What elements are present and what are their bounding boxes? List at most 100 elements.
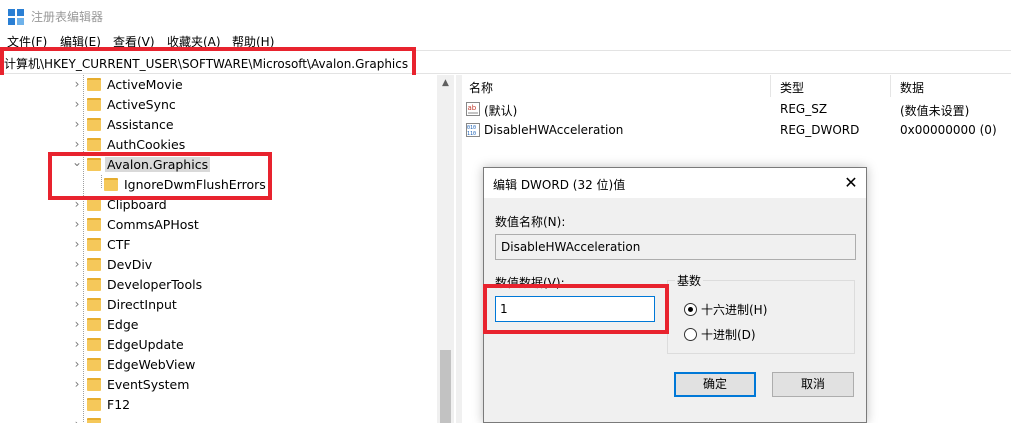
chevron-right-icon[interactable]: › <box>72 298 82 310</box>
tree-guide-line <box>83 75 84 423</box>
folder-icon <box>87 238 101 251</box>
chevron-right-icon[interactable]: › <box>72 78 82 90</box>
registry-tree[interactable]: › ActiveMovie › ActiveSync › Assistance … <box>0 75 455 423</box>
chevron-right-icon[interactable]: › <box>72 378 82 390</box>
folder-icon <box>87 338 101 351</box>
radio-hex[interactable] <box>684 303 697 316</box>
folder-icon <box>87 278 101 291</box>
folder-icon <box>87 378 101 391</box>
close-icon[interactable]: ✕ <box>839 171 863 195</box>
chevron-right-icon[interactable]: › <box>72 418 82 423</box>
radio-decimal[interactable] <box>684 328 697 341</box>
menu-view[interactable]: 查看(V) <box>113 33 155 50</box>
folder-icon <box>87 98 101 111</box>
tree-item-label: Clipboard <box>107 197 167 212</box>
tree-guide-line-child <box>101 175 102 189</box>
value-name: (默认) <box>484 104 518 118</box>
folder-icon <box>87 358 101 371</box>
value-row[interactable]: ab (默认) REG_SZ (数值未设置) <box>462 99 1011 119</box>
chevron-right-icon[interactable]: › <box>72 138 82 150</box>
value-data: 0x00000000 (0) <box>900 123 997 137</box>
window-title: 注册表编辑器 <box>31 10 104 24</box>
tree-item-label: CommsAPHost <box>107 217 199 232</box>
value-name: DisableHWAcceleration <box>484 123 624 137</box>
chevron-right-icon[interactable]: › <box>72 318 82 330</box>
radio-hex-label[interactable]: 十六进制(H) <box>701 301 767 318</box>
chevron-down-icon[interactable]: ⌄ <box>72 156 82 168</box>
base-groupbox: 基数 十六进制(H) 十进制(D) <box>667 272 855 354</box>
value-data-label: 数值数据(V): <box>495 276 565 290</box>
value-name-label: 数值名称(N): <box>495 215 566 229</box>
scroll-up-icon[interactable]: ▲ <box>437 75 454 92</box>
chevron-right-icon[interactable]: › <box>72 98 82 110</box>
dialog-title: 编辑 DWORD (32 位)值 <box>493 178 626 192</box>
tree-item-label: EdgeUpdate <box>107 337 184 352</box>
scrollbar-thumb[interactable] <box>440 350 451 423</box>
folder-icon <box>87 318 101 331</box>
menu-help[interactable]: 帮助(H) <box>232 33 274 50</box>
tree-item-label: F12 <box>107 397 131 412</box>
tree-item-label: EdgeWebView <box>107 357 196 372</box>
radio-decimal-label[interactable]: 十进制(D) <box>701 326 756 343</box>
chevron-right-icon[interactable]: › <box>72 198 82 210</box>
ok-button[interactable]: 确定 <box>674 372 756 397</box>
value-row[interactable]: 010 110 DisableHWAcceleration REG_DWORD … <box>462 120 1011 140</box>
tree-item-label: IgnoreDwmFlushErrors <box>124 177 266 192</box>
column-divider[interactable] <box>890 75 891 97</box>
folder-icon <box>87 198 101 211</box>
tree-item-label: ActiveSync <box>107 97 176 112</box>
folder-icon <box>87 138 101 151</box>
value-data-input[interactable] <box>495 296 655 322</box>
folder-icon <box>87 258 101 271</box>
tree-scrollbar[interactable]: ▲ <box>437 75 454 423</box>
menu-bar: 文件(F) 编辑(E) 查看(V) 收藏夹(A) 帮助(H) <box>0 32 1011 50</box>
tree-item-label: DeveloperTools <box>107 277 203 292</box>
folder-icon <box>87 298 101 311</box>
dialog-title-bar[interactable]: 编辑 DWORD (32 位)值 ✕ <box>484 168 866 198</box>
binary-value-icon: 010 110 <box>466 123 480 137</box>
chevron-right-icon[interactable]: › <box>72 258 82 270</box>
folder-icon <box>87 418 101 423</box>
string-value-icon: ab <box>466 102 480 116</box>
column-header-data[interactable]: 数据 <box>900 79 924 96</box>
tree-item-label: Edge <box>107 317 139 332</box>
folder-icon <box>87 118 101 131</box>
tree-item-label: Assistance <box>107 117 174 132</box>
folder-icon <box>87 78 101 91</box>
chevron-right-icon[interactable]: › <box>72 118 82 130</box>
tree-item-label: EventSystem <box>107 377 190 392</box>
value-data: (数值未设置) <box>900 104 970 118</box>
menu-edit[interactable]: 编辑(E) <box>60 33 101 50</box>
tree-item-label: DevDiv <box>107 257 153 272</box>
address-path[interactable]: 计算机\HKEY_CURRENT_USER\SOFTWARE\Microsoft… <box>4 55 408 72</box>
column-header-type[interactable]: 类型 <box>780 79 804 96</box>
tree-item-label: Avalon.Graphics <box>105 157 211 172</box>
base-label: 基数 <box>675 272 704 289</box>
chevron-right-icon[interactable]: › <box>72 238 82 250</box>
chevron-right-icon[interactable]: › <box>72 358 82 370</box>
column-divider[interactable] <box>770 75 771 97</box>
value-type: REG_DWORD <box>780 123 860 137</box>
edit-dword-dialog: 编辑 DWORD (32 位)值 ✕ 数值名称(N): DisableHWAcc… <box>483 167 867 423</box>
column-header-name[interactable]: 名称 <box>469 79 493 96</box>
chevron-right-icon[interactable]: › <box>72 278 82 290</box>
svg-text:ab: ab <box>468 104 477 112</box>
folder-open-icon <box>87 158 101 171</box>
tree-item-label: AuthCookies <box>107 137 186 152</box>
folder-icon <box>87 218 101 231</box>
tree-item-label: ActiveMovie <box>107 77 183 92</box>
chevron-right-icon[interactable]: › <box>72 338 82 350</box>
address-bar[interactable]: 计算机\HKEY_CURRENT_USER\SOFTWARE\Microsoft… <box>0 50 1011 74</box>
cancel-button[interactable]: 取消 <box>772 372 854 397</box>
tree-item-label: DirectInput <box>107 297 177 312</box>
tree-item-label: CTF <box>107 237 131 252</box>
menu-file[interactable]: 文件(F) <box>7 33 47 50</box>
folder-icon <box>87 398 101 411</box>
value-name-field: DisableHWAcceleration <box>495 234 856 260</box>
title-bar: 注册表编辑器 <box>0 0 1011 32</box>
menu-favorites[interactable]: 收藏夹(A) <box>167 33 221 50</box>
chevron-right-icon[interactable]: › <box>72 218 82 230</box>
regedit-icon <box>8 9 24 25</box>
value-name-text: DisableHWAcceleration <box>501 240 641 254</box>
svg-text:110: 110 <box>467 131 476 137</box>
